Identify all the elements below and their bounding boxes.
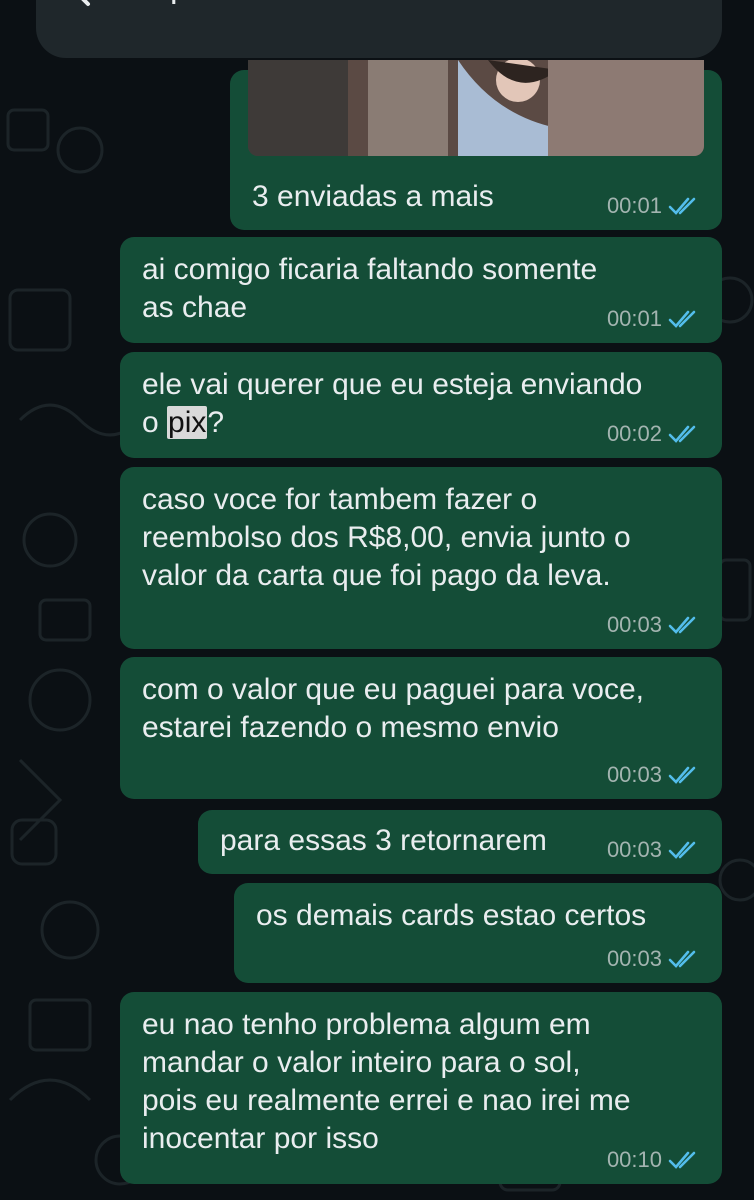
read-receipt-icon	[668, 766, 696, 784]
chat-search-bar: pix	[36, 0, 722, 58]
message-time: 00:01	[606, 193, 662, 218]
message-text-line: pois eu realmente errei e nao irei me	[142, 1084, 631, 1117]
message-text: os demais cards estao certos	[256, 899, 647, 932]
message-bubble[interactable]: eu nao tenho problema algum em mandar o …	[120, 992, 722, 1184]
doodle-shape	[22, 512, 78, 568]
chevron-down-icon[interactable]	[650, 0, 700, 16]
doodle-shape	[28, 668, 92, 732]
arrow-left-icon[interactable]	[64, 0, 124, 16]
doodle-shape	[28, 998, 92, 1052]
doodle-shape	[8, 288, 72, 352]
message-text-line: eu nao tenho problema algum em	[142, 1008, 591, 1041]
message-bubble[interactable]: com o valor que eu paguei para voce, est…	[120, 657, 722, 799]
message-meta: 00:03	[607, 836, 706, 864]
message-bubble[interactable]: os demais cards estao certos 00:03	[234, 883, 722, 983]
read-receipt-icon	[668, 310, 696, 328]
message-time: 00:10	[606, 1147, 662, 1172]
photo-card-image[interactable]	[248, 60, 704, 156]
read-receipt-icon	[668, 1151, 696, 1169]
message-text: 3 enviadas a mais	[252, 180, 494, 213]
doodle-shape	[8, 1078, 92, 1102]
message-time: 00:03	[606, 762, 662, 787]
message-text-line: mandar o valor inteiro para o sol,	[142, 1046, 581, 1079]
message-time: 00:03	[606, 837, 662, 862]
message-bubble[interactable]: ai comigo ficaria faltando somente as ch…	[120, 237, 722, 343]
message-time: 00:02	[606, 421, 662, 446]
message-text: para essas 3 retornarem	[220, 824, 547, 857]
message-meta: 00:10	[607, 1146, 706, 1174]
message-meta: 00:01	[607, 305, 706, 333]
doodle-shape	[718, 558, 752, 622]
search-match-highlight: pix	[167, 406, 208, 439]
read-receipt-icon	[668, 616, 696, 634]
doodle-shape	[40, 900, 100, 960]
message-bubble[interactable]: para essas 3 retornarem 00:03	[198, 810, 722, 874]
doodle-shape	[6, 108, 50, 152]
read-receipt-icon	[668, 197, 696, 215]
text-after-match: ?	[207, 406, 225, 439]
message-text-line: o pix?	[142, 404, 224, 442]
message-meta: 00:03	[607, 945, 706, 973]
message-text-line: reembolso dos R$8,00, envia junto o	[142, 521, 631, 554]
search-input[interactable]: pix	[170, 0, 213, 6]
message-text-line: ele vai querer que eu esteja enviando	[142, 368, 643, 401]
message-text-line: as chae	[142, 291, 248, 324]
message-bubble[interactable]: caso voce for tambem fazer o reembolso d…	[120, 467, 722, 649]
message-text-line: ai comigo ficaria faltando somente	[142, 253, 598, 286]
message-bubble[interactable]: ele vai querer que eu esteja enviando o …	[120, 352, 722, 458]
message-text-line: com o valor que eu paguei para voce,	[142, 673, 644, 706]
message-meta: 00:03	[607, 761, 706, 789]
chevron-up-icon[interactable]	[554, 0, 604, 16]
read-receipt-icon	[668, 950, 696, 968]
message-text-line: caso voce for tambem fazer o	[142, 483, 538, 516]
message-time: 00:03	[606, 612, 662, 637]
doodle-shape	[38, 598, 92, 642]
doodle-shape	[718, 858, 754, 902]
message-meta: 00:03	[607, 611, 706, 639]
message-text-line: inocentar por isso	[142, 1122, 379, 1155]
text-before-match: o	[142, 406, 168, 439]
message-text-line: valor da carta que foi pago da leva.	[142, 559, 611, 592]
message-time: 00:01	[606, 306, 662, 331]
message-meta: 00:01	[607, 192, 706, 220]
message-text-line: estarei fazendo o mesmo envio	[142, 711, 559, 744]
message-meta: 00:02	[607, 420, 706, 448]
doodle-shape	[56, 126, 104, 174]
message-time: 00:03	[606, 946, 662, 971]
message-bubble[interactable]: 3 enviadas a mais 00:01	[230, 60, 722, 230]
read-receipt-icon	[668, 841, 696, 859]
doodle-shape	[18, 758, 63, 842]
read-receipt-icon	[668, 425, 696, 443]
